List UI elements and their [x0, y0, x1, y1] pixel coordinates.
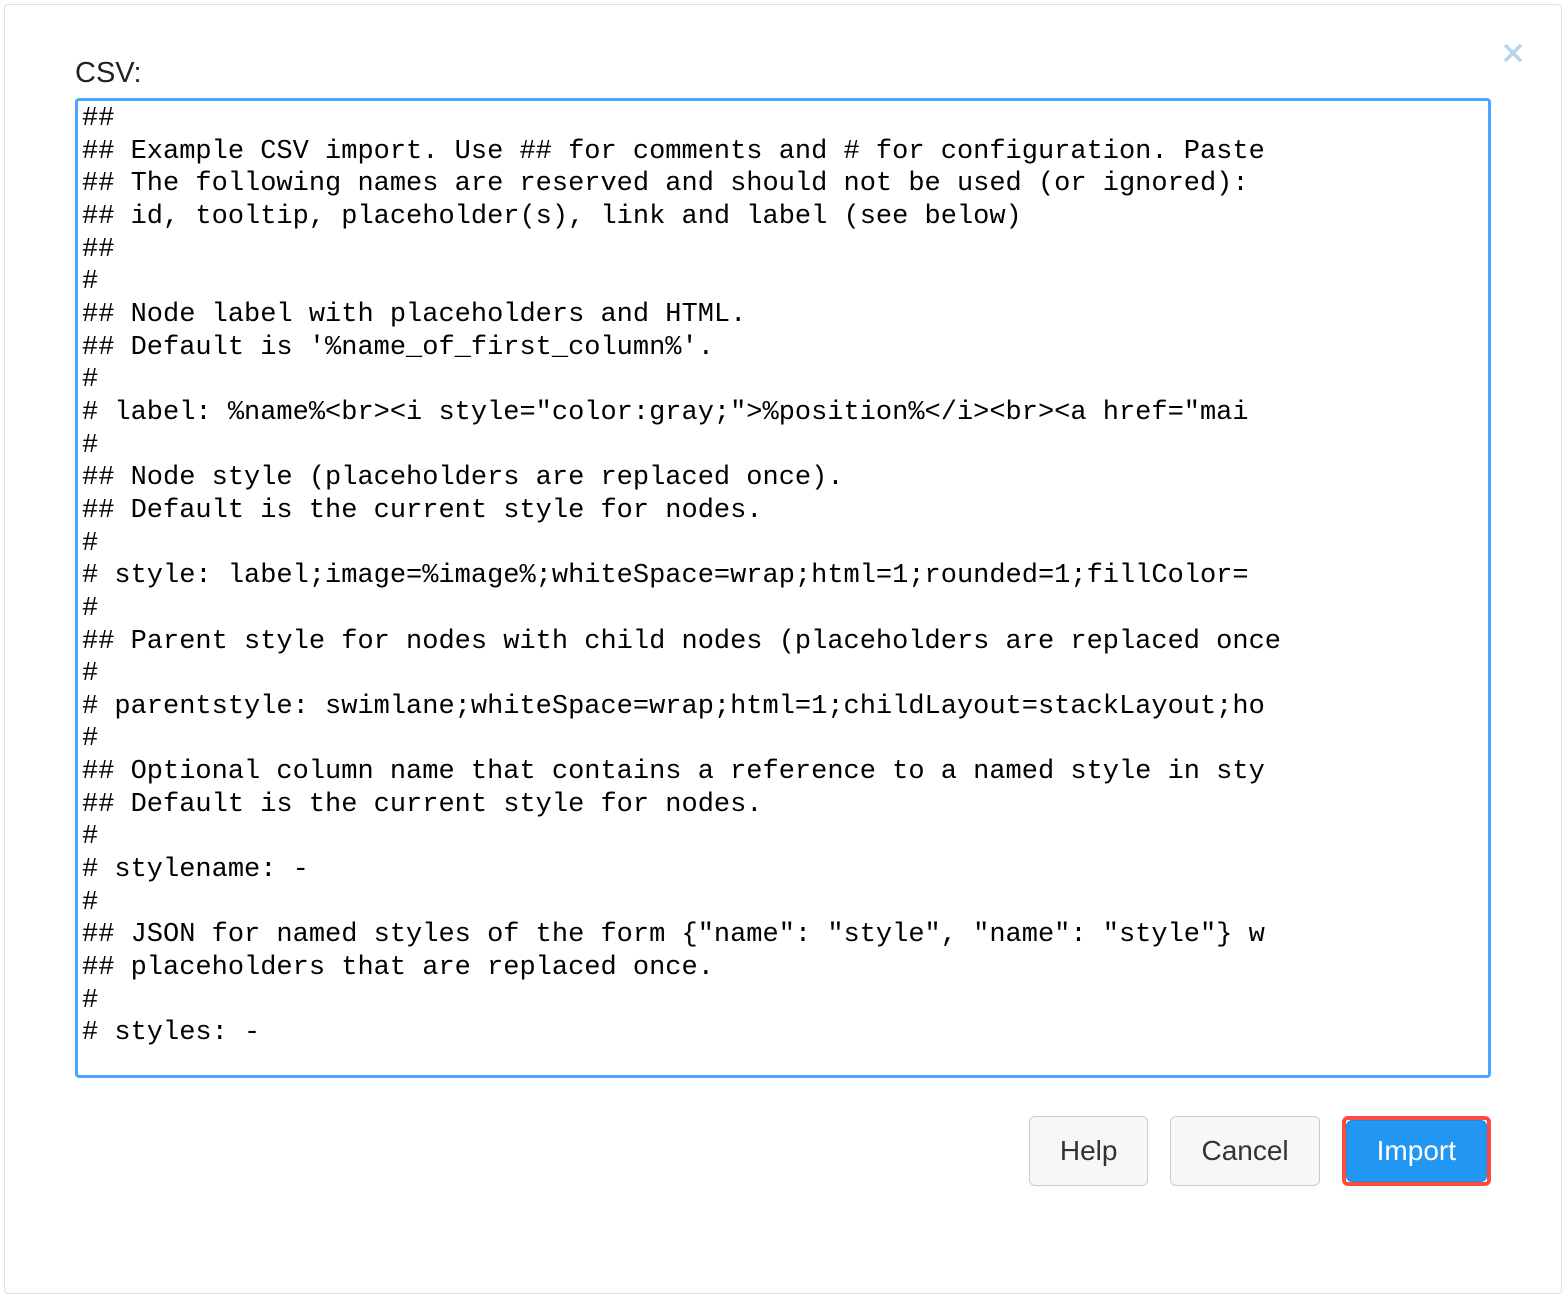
dialog-footer: Help Cancel Import — [75, 1116, 1491, 1186]
csv-label: CSV: — [75, 57, 1491, 90]
dialog-outer: CSV: Help Cancel Import — [4, 4, 1562, 1294]
csv-textarea-wrap — [75, 98, 1491, 1078]
help-button[interactable]: Help — [1029, 1116, 1149, 1186]
close-icon[interactable] — [1493, 33, 1533, 73]
import-button-highlight: Import — [1342, 1116, 1491, 1186]
csv-textarea[interactable] — [78, 101, 1488, 1075]
cancel-button[interactable]: Cancel — [1170, 1116, 1319, 1186]
import-button[interactable]: Import — [1346, 1120, 1487, 1182]
csv-import-dialog: CSV: Help Cancel Import — [17, 17, 1549, 1236]
